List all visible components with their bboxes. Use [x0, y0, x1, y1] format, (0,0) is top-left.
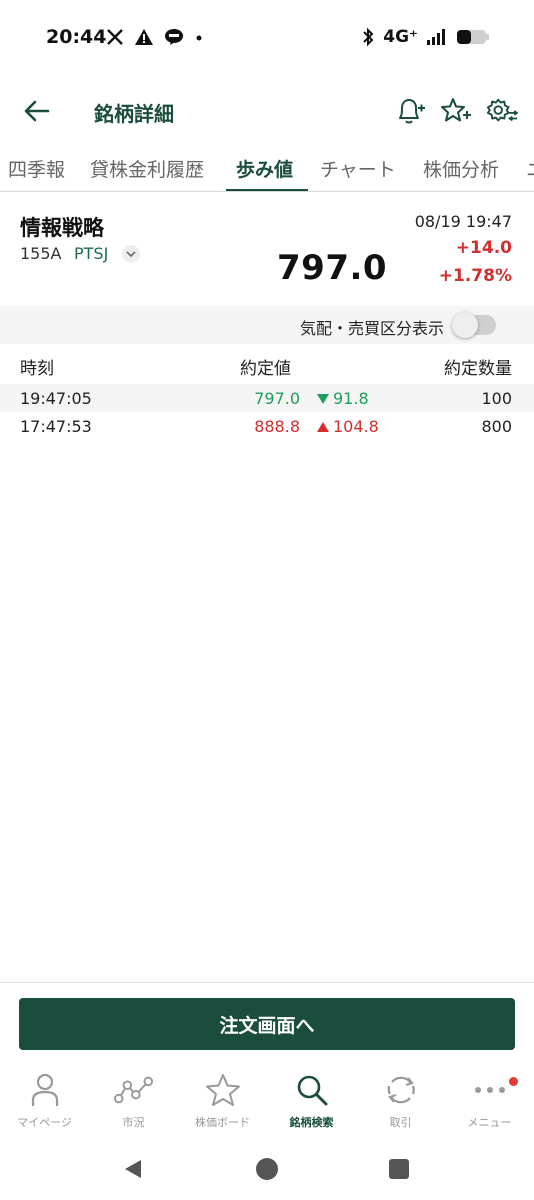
switch-knob	[452, 312, 478, 338]
trade-diff: 104.8	[316, 417, 379, 436]
trade-time: 19:47:05	[20, 389, 92, 408]
back-button[interactable]	[22, 96, 52, 126]
nav-label: 株価ボード	[195, 1116, 250, 1129]
signal-icon	[426, 26, 448, 48]
nav-label: 市況	[122, 1116, 145, 1129]
bluetooth-icon	[361, 26, 375, 48]
notification-badge	[509, 1077, 518, 1086]
table-header: 時刻 約定値 約定数量	[0, 352, 534, 382]
page-title: 銘柄詳細	[94, 102, 174, 126]
system-recents-button[interactable]	[386, 1156, 412, 1182]
table-row: 19:47:05 797.0 91.8 100	[0, 384, 534, 412]
star-add-icon	[441, 98, 471, 122]
order-screen-button[interactable]: 注文画面へ	[19, 998, 515, 1050]
market-selector[interactable]: PTSJ	[74, 244, 108, 263]
active-tab-indicator	[226, 189, 308, 191]
system-home-button[interactable]	[254, 1156, 280, 1182]
x-icon	[106, 26, 124, 48]
nav-stock-board[interactable]: 株価ボード	[178, 1070, 267, 1138]
refresh-icon	[381, 1070, 421, 1110]
trade-quantity: 800	[481, 417, 512, 436]
status-bar: 20:44 4G⁺	[0, 0, 534, 76]
header-actions	[394, 94, 518, 128]
dot-icon	[194, 26, 204, 48]
nav-mypage[interactable]: マイページ	[0, 1070, 89, 1138]
nav-label: 銘柄検索	[289, 1116, 334, 1129]
trade-price: 797.0	[254, 389, 300, 408]
stock-name: 情報戦略	[20, 216, 104, 240]
chevron-down-icon	[126, 251, 136, 258]
down-triangle-icon	[317, 393, 329, 404]
bottom-navigation: マイページ 市況 株価ボード 銘柄検索 取引 メニュー	[0, 1070, 534, 1138]
search-icon	[292, 1070, 332, 1110]
market-dropdown-button[interactable]	[122, 245, 140, 263]
bell-add-icon	[399, 99, 425, 124]
network-4g-icon: 4G⁺	[383, 27, 418, 47]
tab-bar: 四季報 貸株金利履歴 歩み値 チャート 株価分析 ニ	[0, 146, 534, 192]
nav-market[interactable]: 市況	[89, 1070, 178, 1138]
market-chart-icon	[113, 1070, 154, 1110]
tab-price-analysis[interactable]: 株価分析	[423, 155, 499, 182]
bottom-divider	[0, 982, 534, 983]
status-time: 20:44	[46, 26, 107, 48]
battery-icon	[456, 26, 490, 48]
trade-time: 17:47:53	[20, 417, 92, 436]
settings-icon	[486, 98, 518, 122]
back-arrow-icon	[24, 100, 50, 122]
trade-diff-value: 104.8	[333, 417, 379, 436]
nav-menu[interactable]: メニュー	[445, 1070, 534, 1138]
system-back-button[interactable]	[120, 1156, 146, 1182]
settings-button[interactable]	[486, 94, 518, 128]
trade-quantity: 100	[481, 389, 512, 408]
person-icon	[25, 1070, 65, 1110]
app-header: 銘柄詳細	[0, 88, 534, 136]
quote-display-switch[interactable]	[452, 312, 496, 338]
recents-square-icon	[389, 1159, 409, 1179]
tab-tick-history[interactable]: 歩み値	[236, 155, 293, 182]
trade-price: 888.8	[254, 417, 300, 436]
stock-code: 155A	[20, 244, 62, 263]
home-circle-icon	[256, 1158, 278, 1180]
alert-icon	[134, 26, 154, 48]
trade-diff: 91.8	[316, 389, 369, 408]
notification-icons	[106, 26, 204, 48]
price-change: +14.0	[455, 238, 512, 258]
column-header-quantity: 約定数量	[444, 359, 512, 379]
more-icon	[470, 1070, 510, 1110]
current-price: 797.0	[277, 248, 388, 288]
price-change-percent: +1.78%	[438, 266, 512, 286]
price-datetime: 08/19 19:47	[414, 212, 512, 231]
system-icons: 4G⁺	[361, 26, 490, 48]
up-triangle-icon	[317, 421, 329, 432]
toggle-label: 気配・売買区分表示	[299, 319, 444, 338]
tab-shikiho[interactable]: 四季報	[8, 155, 65, 182]
back-triangle-icon	[125, 1160, 141, 1178]
star-icon	[203, 1070, 243, 1110]
quote-display-toggle-row: 気配・売買区分表示	[0, 306, 534, 344]
system-navigation-bar	[0, 1146, 534, 1192]
tab-lending-rate-history[interactable]: 貸株金利履歴	[90, 155, 204, 182]
alert-add-button[interactable]	[394, 94, 426, 128]
line-icon	[164, 26, 184, 48]
table-row: 17:47:53 888.8 104.8 800	[0, 412, 534, 440]
column-header-price: 約定値	[240, 359, 291, 379]
tab-chart[interactable]: チャート	[320, 155, 396, 182]
nav-stock-search[interactable]: 銘柄検索	[267, 1070, 356, 1138]
nav-label: マイページ	[17, 1116, 72, 1129]
nav-label: 取引	[389, 1116, 412, 1129]
nav-label: メニュー	[467, 1116, 512, 1129]
trade-diff-value: 91.8	[333, 389, 369, 408]
column-header-time: 時刻	[20, 359, 54, 379]
tab-news[interactable]: ニ	[526, 155, 534, 182]
nav-trade[interactable]: 取引	[356, 1070, 445, 1138]
favorite-add-button[interactable]	[440, 94, 472, 128]
